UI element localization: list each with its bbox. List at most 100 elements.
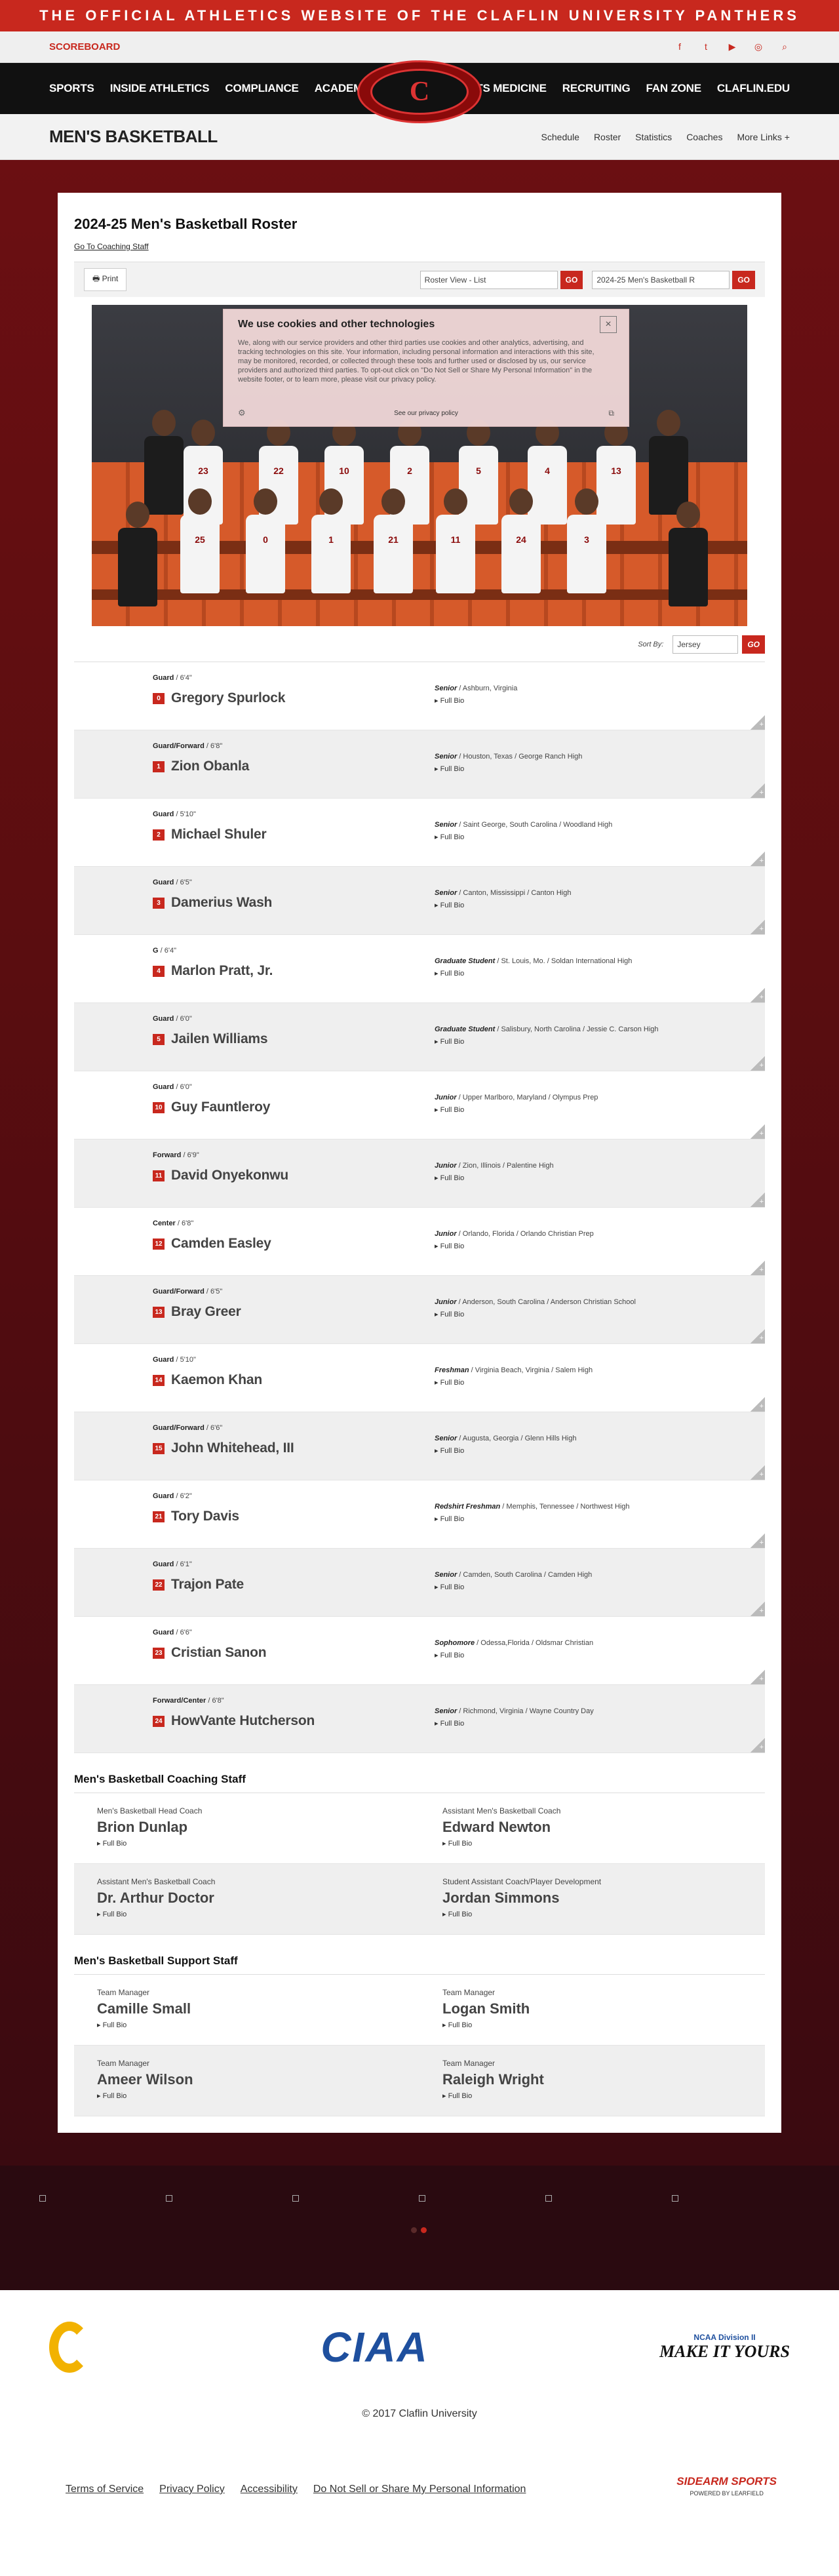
player-name[interactable]: Bray Greer <box>171 1304 241 1320</box>
season-go-button[interactable]: GO <box>732 270 755 289</box>
terms-link[interactable]: Terms of Service <box>66 2484 144 2495</box>
sport-link-roster[interactable]: Roster <box>594 132 621 142</box>
expand-icon[interactable]: + <box>751 1124 765 1139</box>
sport-link-more[interactable]: More Links + <box>737 132 790 142</box>
player-name[interactable]: Gregory Spurlock <box>171 690 285 706</box>
sidearm-logo[interactable]: SIDEARM SPORTS POWERED BY LEARFIELD <box>676 2475 777 2497</box>
player-name[interactable]: Guy Fauntleroy <box>171 1100 270 1115</box>
close-icon[interactable]: × <box>600 316 617 333</box>
staff-name[interactable]: Brion Dunlap <box>97 1819 420 1836</box>
full-bio-link[interactable]: ▸ Full Bio <box>435 1719 594 1728</box>
full-bio-link[interactable]: ▸ Full Bio <box>435 696 517 705</box>
expand-icon[interactable]: + <box>751 1193 765 1207</box>
nav-sports[interactable]: SPORTS <box>49 82 94 95</box>
full-bio-link[interactable]: ▸ Full Bio <box>97 1839 420 1848</box>
full-bio-link[interactable]: ▸ Full Bio <box>435 1515 630 1523</box>
expand-icon[interactable]: + <box>751 988 765 1002</box>
expand-icon[interactable]: + <box>751 1261 765 1275</box>
expand-icon[interactable]: + <box>751 1602 765 1616</box>
season-select[interactable]: 2024-25 Men's Basketball R <box>592 270 730 289</box>
player-name[interactable]: John Whitehead, III <box>171 1440 294 1456</box>
player-name[interactable]: Jailen Williams <box>171 1031 268 1047</box>
expand-icon[interactable]: + <box>751 783 765 798</box>
player-name[interactable]: Cristian Sanon <box>171 1645 267 1661</box>
full-bio-link[interactable]: ▸ Full Bio <box>435 1446 576 1455</box>
full-bio-link[interactable]: ▸ Full Bio <box>435 1378 593 1387</box>
full-bio-link[interactable]: ▸ Full Bio <box>435 1242 594 1250</box>
full-bio-link[interactable]: ▸ Full Bio <box>442 2091 765 2100</box>
sponsor-logo[interactable] <box>672 2194 701 2203</box>
staff-name[interactable]: Dr. Arthur Doctor <box>97 1890 420 1907</box>
staff-name[interactable]: Camille Small <box>97 2000 420 2017</box>
do-not-sell-link[interactable]: Do Not Sell or Share My Personal Informa… <box>313 2484 526 2495</box>
staff-name[interactable]: Edward Newton <box>442 1819 765 1836</box>
full-bio-link[interactable]: ▸ Full Bio <box>97 2021 420 2029</box>
sponsor-logo[interactable] <box>166 2194 195 2203</box>
nav-inside-athletics[interactable]: INSIDE ATHLETICS <box>110 82 210 95</box>
accessibility-link[interactable]: Accessibility <box>241 2484 298 2495</box>
full-bio-link[interactable]: ▸ Full Bio <box>442 1839 765 1848</box>
full-bio-link[interactable]: ▸ Full Bio <box>435 1583 592 1591</box>
player-name[interactable]: Kaemon Khan <box>171 1372 262 1388</box>
sort-select[interactable]: Jersey <box>673 635 739 654</box>
nav-fan-zone[interactable]: FAN ZONE <box>646 82 702 95</box>
sponsor-logo[interactable] <box>419 2194 448 2203</box>
roster-view-select[interactable]: Roster View - List <box>420 270 558 289</box>
player-name[interactable]: Damerius Wash <box>171 895 272 911</box>
staff-name[interactable]: Jordan Simmons <box>442 1890 765 1907</box>
player-name[interactable]: Camden Easley <box>171 1236 271 1252</box>
full-bio-link[interactable]: ▸ Full Bio <box>97 1910 420 1918</box>
sponsor-logo[interactable] <box>39 2194 69 2203</box>
full-bio-link[interactable]: ▸ Full Bio <box>435 1037 659 1046</box>
player-name[interactable]: Trajon Pate <box>171 1577 244 1593</box>
expand-icon[interactable]: + <box>751 1397 765 1412</box>
expand-icon[interactable]: + <box>751 1534 765 1548</box>
nav-recruiting[interactable]: RECRUITING <box>562 82 631 95</box>
carousel-dot-active[interactable] <box>421 2227 427 2233</box>
privacy-link[interactable]: Privacy Policy <box>159 2484 225 2495</box>
expand-icon[interactable]: + <box>751 1056 765 1071</box>
nav-compliance[interactable]: COMPLIANCE <box>225 82 298 95</box>
sport-link-coaches[interactable]: Coaches <box>686 132 722 142</box>
expand-icon[interactable]: + <box>751 852 765 866</box>
claflin-logo[interactable]: C <box>357 60 482 123</box>
staff-name[interactable]: Raleigh Wright <box>442 2071 765 2088</box>
player-name[interactable]: Zion Obanla <box>171 759 249 774</box>
sponsor-logo[interactable] <box>545 2194 575 2203</box>
expand-icon[interactable]: + <box>751 1465 765 1480</box>
carousel-dot[interactable] <box>411 2227 417 2233</box>
coaching-staff-link[interactable]: Go To Coaching Staff <box>74 242 149 251</box>
view-go-button[interactable]: GO <box>560 270 583 289</box>
full-bio-link[interactable]: ▸ Full Bio <box>97 2091 420 2100</box>
facebook-icon[interactable]: f <box>674 41 685 52</box>
full-bio-link[interactable]: ▸ Full Bio <box>435 969 632 978</box>
expand-icon[interactable]: + <box>751 715 765 730</box>
full-bio-link[interactable]: ▸ Full Bio <box>435 1651 593 1659</box>
ncaa-logo[interactable]: NCAA Division II MAKE IT YOURS <box>659 2333 790 2362</box>
sponsor-logo[interactable] <box>292 2194 322 2203</box>
full-bio-link[interactable]: ▸ Full Bio <box>442 1910 765 1918</box>
player-name[interactable]: Tory Davis <box>171 1509 239 1524</box>
sport-link-statistics[interactable]: Statistics <box>635 132 672 142</box>
instagram-icon[interactable]: ◎ <box>753 41 764 52</box>
player-name[interactable]: Marlon Pratt, Jr. <box>171 963 273 979</box>
privacy-policy-link[interactable]: See our privacy policy <box>224 410 629 417</box>
search-icon[interactable]: ⌕ <box>779 41 790 52</box>
ciaa-logo[interactable]: CIAA <box>321 2323 428 2371</box>
claflin-c-logo[interactable] <box>49 2322 90 2373</box>
sport-link-schedule[interactable]: Schedule <box>541 132 579 142</box>
full-bio-link[interactable]: ▸ Full Bio <box>435 833 612 841</box>
print-button[interactable]: 🖶 Print <box>84 268 127 291</box>
full-bio-link[interactable]: ▸ Full Bio <box>435 1310 636 1318</box>
twitter-icon[interactable]: t <box>701 41 711 52</box>
player-name[interactable]: Michael Shuler <box>171 827 267 842</box>
full-bio-link[interactable]: ▸ Full Bio <box>435 1105 598 1114</box>
expand-icon[interactable]: + <box>751 1738 765 1753</box>
youtube-icon[interactable]: ▶ <box>727 41 737 52</box>
player-name[interactable]: David Onyekonwu <box>171 1168 288 1183</box>
full-bio-link[interactable]: ▸ Full Bio <box>435 1174 554 1182</box>
full-bio-link[interactable]: ▸ Full Bio <box>442 2021 765 2029</box>
privacy-choices-icon[interactable]: ⧉ <box>608 408 614 418</box>
expand-icon[interactable]: + <box>751 920 765 934</box>
player-name[interactable]: HowVante Hutcherson <box>171 1713 315 1729</box>
